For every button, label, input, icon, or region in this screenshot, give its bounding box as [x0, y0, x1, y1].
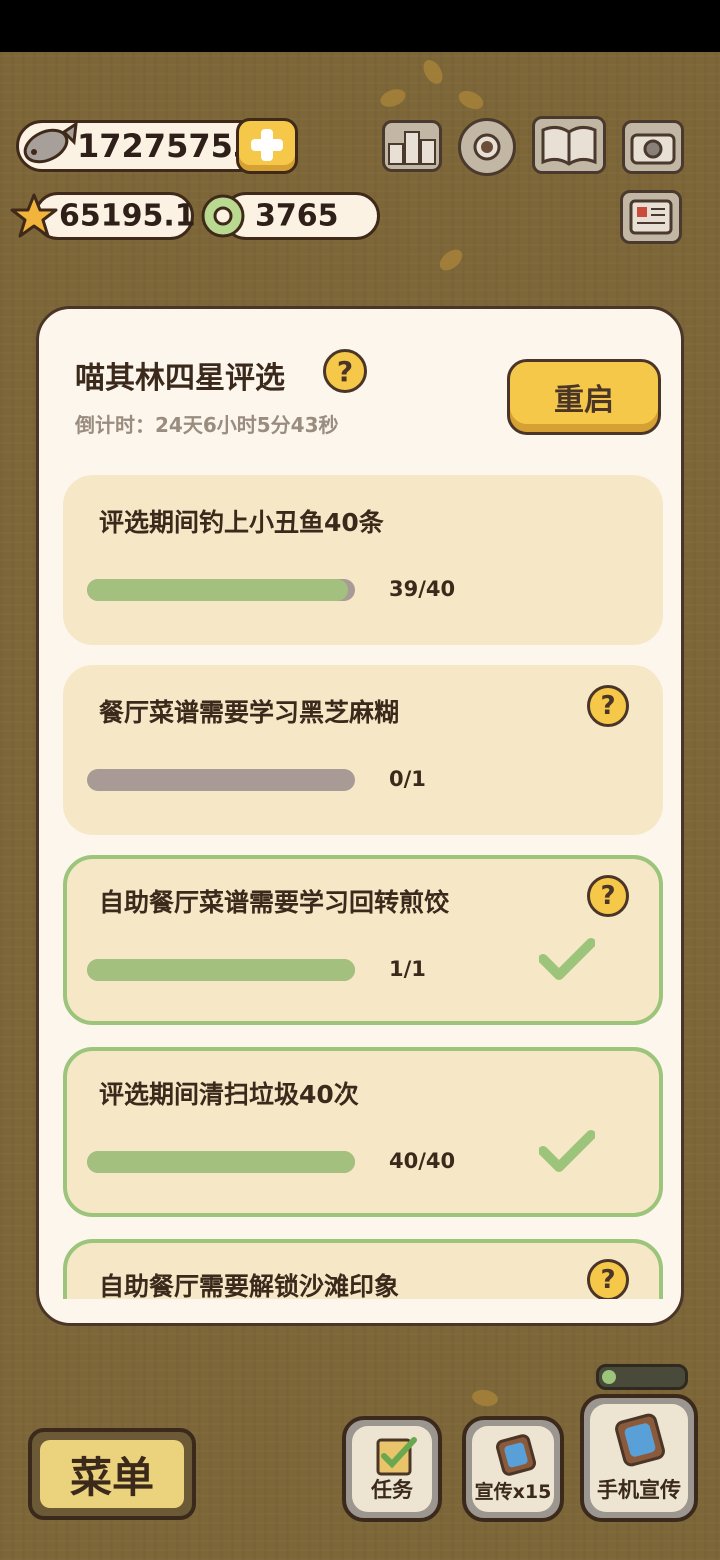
progress-text: 1/1: [389, 957, 426, 981]
leaf-decoration: [455, 87, 487, 113]
task-title: 评选期间清扫垃圾40次: [99, 1080, 359, 1109]
task-help-icon[interactable]: ?: [587, 1259, 629, 1299]
task-title: 餐厅菜谱需要学习黑芝麻糊: [99, 698, 400, 727]
check-icon: [539, 938, 595, 980]
menu-button[interactable]: 菜单: [28, 1428, 196, 1520]
news-button[interactable]: [620, 190, 682, 244]
check-icon: [539, 1130, 595, 1172]
leaf-decoration: [378, 86, 408, 110]
progress-text: 40/40: [389, 1149, 456, 1173]
task-card-completed: 自助餐厅需要解锁沙滩印象 ?: [63, 1239, 663, 1299]
leaf-decoration: [419, 56, 447, 88]
ranking-button[interactable]: [382, 120, 442, 172]
book-icon: [541, 125, 597, 166]
title-help-icon[interactable]: ?: [323, 349, 367, 393]
recipe-book-button[interactable]: [532, 116, 606, 174]
promo-label: 宣传x15: [474, 1481, 552, 1503]
menu-label: 菜单: [40, 1440, 184, 1508]
countdown-text: 倒计时：24天6小时5分43秒: [75, 413, 339, 437]
progress-fill: [87, 579, 349, 601]
progress-fill: [87, 959, 355, 981]
leaf-decoration: [435, 245, 467, 275]
clipboard-icon: [376, 1437, 417, 1476]
task-card: 餐厅菜谱需要学习黑芝麻糊 ? 0/1: [63, 665, 663, 835]
ring-icon: [201, 194, 245, 238]
status-bar: [0, 0, 720, 52]
fish-icon: [23, 120, 78, 164]
progress-bar: [87, 1151, 355, 1173]
progress-bar: [87, 769, 355, 791]
loading-bar: [596, 1364, 688, 1390]
task-title: 自助餐厅需要解锁沙滩印象: [99, 1272, 400, 1299]
task-title: 自助餐厅菜谱需要学习回转煎饺: [99, 888, 450, 917]
star-counter: 65195.1: [34, 192, 196, 240]
leaf-decoration: [470, 1387, 500, 1409]
progress-fill: [87, 1151, 355, 1173]
task-title: 评选期间钓上小丑鱼40条: [99, 508, 384, 537]
task-card: 评选期间钓上小丑鱼40条 39/40: [63, 475, 663, 645]
task-card-completed: 评选期间清扫垃圾40次 40/40: [63, 1047, 663, 1217]
tasks-label: 任务: [371, 1478, 413, 1502]
task-help-icon[interactable]: ?: [587, 875, 629, 917]
add-fish-button[interactable]: [236, 118, 298, 174]
star-icon: [10, 193, 58, 238]
modal-title: 喵其林四星评选: [75, 361, 285, 396]
promo-card-icon: [495, 1434, 537, 1476]
news-icon: [629, 199, 673, 235]
evaluation-modal: 喵其林四星评选 ? 倒计时：24天6小时5分43秒 重启 评选期间钓上小丑鱼40…: [36, 306, 684, 1326]
task-help-icon[interactable]: ?: [587, 685, 629, 727]
progress-bar: [87, 579, 355, 601]
ring-count: 3765: [255, 198, 339, 234]
tasks-button[interactable]: 任务: [342, 1416, 442, 1522]
progress-bar: [87, 959, 355, 981]
gear-icon: [473, 133, 501, 161]
phone-promo-icon: [615, 1413, 665, 1467]
task-card-completed: 自助餐厅菜谱需要学习回转煎饺 ? 1/1: [63, 855, 663, 1025]
star-count: 65195.1: [59, 198, 196, 234]
ranking-icon: [388, 131, 436, 165]
task-list[interactable]: 评选期间钓上小丑鱼40条 39/40 餐厅菜谱需要学习黑芝麻糊 ? 0/1 自助…: [39, 469, 681, 1299]
camera-icon: [630, 133, 676, 165]
fish-count: 17275753: [77, 127, 256, 165]
camera-button[interactable]: [622, 120, 684, 174]
progress-text: 39/40: [389, 577, 456, 601]
progress-text: 0/1: [389, 767, 426, 791]
phone-promo-button[interactable]: 手机宣传: [580, 1394, 698, 1522]
restart-button[interactable]: 重启: [507, 359, 661, 435]
promo-button[interactable]: 宣传x15: [462, 1416, 564, 1522]
settings-button[interactable]: [458, 118, 516, 176]
plus-icon: [251, 129, 283, 161]
phone-promo-label: 手机宣传: [597, 1478, 681, 1502]
